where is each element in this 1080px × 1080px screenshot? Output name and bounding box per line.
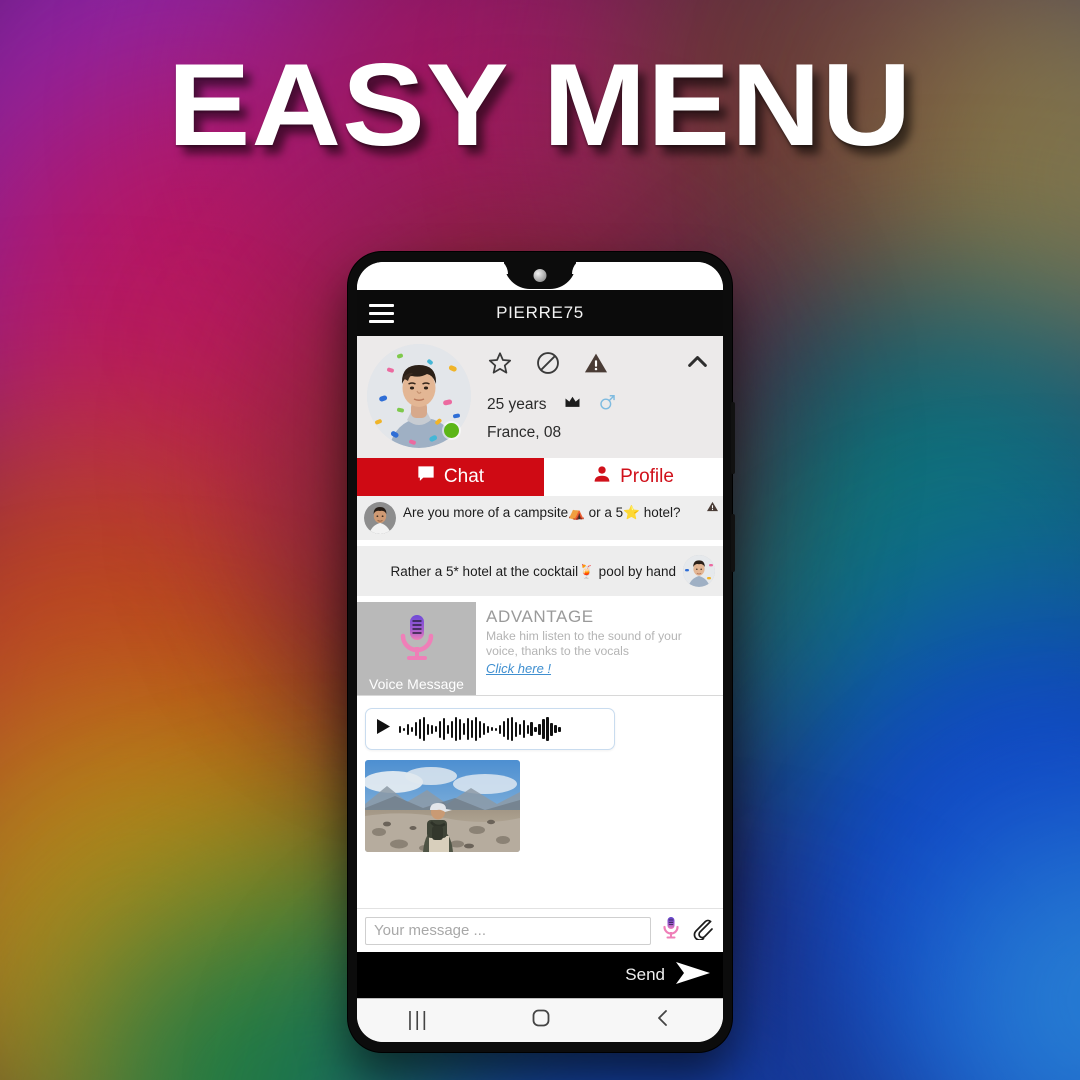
promo-link[interactable]: Click here !: [486, 661, 551, 676]
android-nav-bar: |||: [357, 998, 723, 1042]
search-input[interactable]: [365, 916, 651, 945]
photo-attachment[interactable]: [365, 760, 520, 852]
promo-right-panel: ADVANTAGE Make him listen to the sound o…: [476, 602, 723, 695]
chat-bubble-icon: [417, 465, 435, 489]
crown-icon: [564, 395, 581, 414]
chevron-up-icon[interactable]: [684, 348, 711, 380]
microphone-icon: [394, 612, 440, 669]
message-avatar: [364, 502, 396, 534]
promo-left-panel: Voice Message: [357, 602, 476, 695]
male-icon: [599, 393, 616, 416]
tab-chat-label: Chat: [443, 466, 485, 487]
send-arrow-icon[interactable]: [675, 960, 711, 991]
message-row-outgoing: Rather a 5* hotel at the cocktail🍹 pool …: [357, 546, 723, 596]
profile-age-row: 25 years: [483, 393, 713, 416]
voice-message-promo[interactable]: Voice Message ADVANTAGE Make him listen …: [357, 602, 723, 696]
hamburger-icon[interactable]: [369, 303, 394, 323]
tab-bar: Chat Profile: [357, 458, 723, 496]
profile-age: 25 years: [487, 395, 547, 413]
promo-left-label: Voice Message: [369, 676, 464, 692]
message-input-bar: [357, 908, 723, 952]
send-button[interactable]: Send: [625, 965, 665, 985]
microphone-icon[interactable]: [661, 916, 681, 945]
message-avatar: [683, 555, 715, 587]
paperclip-icon[interactable]: [691, 916, 715, 945]
message-text: Rather a 5* hotel at the cocktail🍹 pool …: [390, 564, 676, 580]
audio-waveform: [399, 715, 561, 743]
profile-action-icons: [483, 346, 713, 393]
send-bar[interactable]: Send: [357, 952, 723, 998]
notch-area: [357, 262, 723, 290]
online-status-dot: [444, 423, 459, 438]
recents-icon[interactable]: |||: [407, 1009, 429, 1032]
profile-header: 25 years France, 08: [357, 336, 723, 458]
play-icon[interactable]: [376, 718, 391, 740]
tab-profile-label: Profile: [620, 466, 674, 487]
avatar[interactable]: [367, 344, 471, 448]
warning-icon[interactable]: [706, 500, 719, 518]
block-icon[interactable]: [535, 350, 561, 381]
promo-description: Make him listen to the sound of your voi…: [486, 629, 682, 659]
page-title: EASY MENU: [167, 39, 913, 170]
power-button[interactable]: [731, 514, 735, 572]
tab-profile[interactable]: Profile: [544, 458, 723, 496]
star-icon[interactable]: [487, 350, 513, 381]
app-bar-title: PIERRE75: [496, 303, 584, 322]
volume-button[interactable]: [731, 402, 735, 474]
home-icon[interactable]: [530, 1007, 552, 1034]
app-bar: PIERRE75: [357, 290, 723, 336]
promo-title: ADVANTAGE: [486, 607, 594, 626]
warning-icon[interactable]: [583, 350, 609, 381]
person-icon: [593, 465, 611, 489]
profile-location: France, 08: [487, 424, 562, 441]
back-icon[interactable]: [653, 1007, 673, 1034]
message-text: Are you more of a campsite⛺ or a 5⭐ hote…: [403, 505, 681, 520]
tab-chat[interactable]: Chat: [357, 458, 544, 496]
voice-note-player[interactable]: [365, 708, 615, 750]
message-row-incoming: Are you more of a campsite⛺ or a 5⭐ hote…: [357, 496, 723, 540]
front-camera-icon: [533, 269, 547, 282]
phone-mockup: PIERRE75 25 years France, 08 Chat Profil…: [348, 252, 735, 1052]
chat-thread[interactable]: Are you more of a campsite⛺ or a 5⭐ hote…: [357, 496, 723, 908]
profile-location-row: France, 08: [483, 424, 713, 442]
phone-screen: PIERRE75 25 years France, 08 Chat Profil…: [357, 262, 723, 1042]
